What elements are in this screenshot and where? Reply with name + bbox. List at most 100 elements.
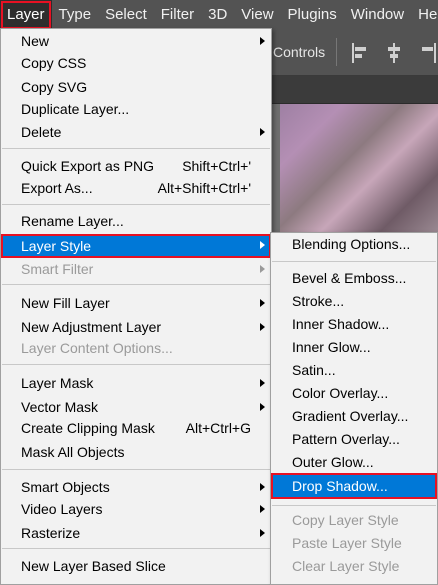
menu-item-video-layers[interactable]: Video Layers: [1, 498, 271, 521]
menu-divider: [2, 364, 270, 365]
document-canvas[interactable]: [268, 104, 438, 234]
submenu-item-satin[interactable]: Satin...: [271, 359, 437, 382]
submenu-item-gradient-overlay[interactable]: Gradient Overlay...: [271, 405, 437, 428]
menu-item-layer-mask[interactable]: Layer Mask: [1, 372, 271, 395]
menu-item-label: Export As...: [21, 180, 93, 196]
document-tab-strip: [268, 76, 438, 104]
menu-item-shortcut: Alt+Shift+Ctrl+': [157, 180, 251, 196]
menu-item-label: Smart Objects: [21, 479, 110, 495]
menu-item-mask-all-objects[interactable]: Mask All Objects: [1, 441, 271, 464]
menu-item-label: Outer Glow...: [292, 454, 374, 470]
submenu-item-pattern-overlay[interactable]: Pattern Overlay...: [271, 428, 437, 451]
options-separator: [336, 38, 337, 66]
submenu-arrow-icon: [260, 505, 265, 513]
submenu-arrow-icon: [260, 299, 265, 307]
menu-item-label: New Adjustment Layer: [21, 319, 162, 335]
menu-layer[interactable]: Layer: [0, 0, 52, 30]
menu-item-label: New Fill Layer: [21, 295, 110, 311]
menu-item-label: Layer Content Options...: [21, 340, 173, 356]
menu-item-copy-css[interactable]: Copy CSS: [1, 52, 271, 75]
menu-item-label: Duplicate Layer...: [21, 101, 130, 117]
menu-item-quick-export[interactable]: Quick Export as PNG Shift+Ctrl+': [1, 155, 271, 178]
menu-item-label: Gradient Overlay...: [292, 408, 409, 424]
menu-item-new-adjustment-layer[interactable]: New Adjustment Layer: [1, 316, 271, 339]
submenu-item-color-overlay[interactable]: Color Overlay...: [271, 382, 437, 405]
submenu-arrow-icon: [260, 265, 265, 273]
menu-item-label: Layer Style: [21, 238, 92, 254]
options-bar: Controls: [268, 30, 438, 76]
menu-3d[interactable]: 3D: [201, 0, 234, 30]
align-center-icon[interactable]: [386, 43, 402, 63]
menu-help[interactable]: Help: [411, 0, 438, 30]
menu-item-label: Satin...: [292, 362, 336, 378]
menu-item-copy-svg[interactable]: Copy SVG: [1, 76, 271, 99]
menu-item-label: Layer Mask: [21, 375, 94, 391]
menu-item-create-clipping-mask[interactable]: Create Clipping Mask Alt+Ctrl+G: [1, 417, 271, 440]
menu-item-layer-content-options[interactable]: Layer Content Options...: [1, 337, 271, 360]
menu-item-smart-objects[interactable]: Smart Objects: [1, 476, 271, 499]
submenu-arrow-icon: [260, 379, 265, 387]
menu-bar: Layer Type Select Filter 3D View Plugins…: [0, 0, 438, 30]
menu-item-rasterize[interactable]: Rasterize: [1, 522, 271, 545]
menu-item-label: Inner Shadow...: [292, 316, 390, 332]
menu-item-label: Inner Glow...: [292, 339, 371, 355]
submenu-item-clear-layer-style[interactable]: Clear Layer Style: [271, 555, 437, 578]
menu-item-label: Copy CSS: [21, 55, 87, 71]
menu-item-label: Video Layers: [21, 501, 103, 517]
menu-divider: [2, 204, 270, 205]
menu-item-label: Smart Filter: [21, 261, 94, 277]
menu-item-label: Clear Layer Style: [292, 558, 400, 574]
layer-style-submenu: Blending Options... Bevel & Emboss... St…: [270, 232, 438, 585]
menu-item-label: Pattern Overlay...: [292, 431, 400, 447]
menu-item-label: Stroke...: [292, 293, 345, 309]
menu-item-label: Paste Layer Style: [292, 535, 402, 551]
menu-type[interactable]: Type: [52, 0, 99, 30]
menu-item-delete[interactable]: Delete: [1, 121, 271, 144]
menu-view[interactable]: View: [234, 0, 280, 30]
submenu-arrow-icon: [260, 403, 265, 411]
menu-item-new-fill-layer[interactable]: New Fill Layer: [1, 292, 271, 315]
menu-window[interactable]: Window: [344, 0, 411, 30]
submenu-item-outer-glow[interactable]: Outer Glow...: [271, 451, 437, 474]
menu-select[interactable]: Select: [98, 0, 154, 30]
menu-item-label: Rasterize: [21, 525, 81, 541]
menu-item-label: Copy SVG: [21, 79, 88, 95]
submenu-item-drop-shadow[interactable]: Drop Shadow...: [271, 473, 437, 499]
submenu-item-paste-layer-style[interactable]: Paste Layer Style: [271, 532, 437, 555]
menu-item-label: Quick Export as PNG: [21, 158, 155, 174]
menu-item-label: Create Clipping Mask: [21, 420, 155, 436]
menu-divider: [2, 469, 270, 470]
submenu-item-blending-options[interactable]: Blending Options...: [271, 233, 437, 256]
submenu-arrow-icon: [260, 323, 265, 331]
layer-menu: New Copy CSS Copy SVG Duplicate Layer...…: [0, 28, 272, 585]
menu-item-label: Delete: [21, 124, 62, 140]
menu-item-new-layer-based-slice[interactable]: New Layer Based Slice: [1, 555, 271, 578]
menu-item-layer-style[interactable]: Layer Style: [1, 234, 271, 258]
submenu-item-inner-glow[interactable]: Inner Glow...: [271, 336, 437, 359]
menu-item-label: Mask All Objects: [21, 444, 125, 460]
menu-filter[interactable]: Filter: [154, 0, 201, 30]
submenu-item-inner-shadow[interactable]: Inner Shadow...: [271, 313, 437, 336]
submenu-item-bevel-emboss[interactable]: Bevel & Emboss...: [271, 267, 437, 290]
menu-item-shortcut: Alt+Ctrl+G: [185, 420, 251, 436]
menu-item-vector-mask[interactable]: Vector Mask: [1, 396, 271, 419]
align-right-icon[interactable]: [420, 43, 436, 63]
menu-item-smart-filter[interactable]: Smart Filter: [1, 258, 271, 281]
menu-item-label: Color Overlay...: [292, 385, 389, 401]
menu-item-shortcut: Shift+Ctrl+': [182, 158, 251, 174]
submenu-arrow-icon: [260, 128, 265, 136]
menu-item-new[interactable]: New: [1, 30, 271, 53]
menu-plugins[interactable]: Plugins: [281, 0, 344, 30]
menu-item-label: New: [21, 33, 50, 49]
submenu-item-copy-layer-style[interactable]: Copy Layer Style: [271, 509, 437, 532]
submenu-item-stroke[interactable]: Stroke...: [271, 290, 437, 313]
menu-item-export-as[interactable]: Export As... Alt+Shift+Ctrl+': [1, 177, 271, 200]
align-left-icon[interactable]: [352, 43, 368, 63]
submenu-arrow-icon: [260, 241, 265, 249]
menu-item-label: Copy Layer Style: [292, 512, 399, 528]
menu-divider: [272, 505, 436, 506]
menu-divider: [272, 261, 436, 262]
menu-item-label: Rename Layer...: [21, 213, 124, 229]
menu-item-duplicate-layer[interactable]: Duplicate Layer...: [1, 98, 271, 121]
menu-item-rename-layer[interactable]: Rename Layer...: [1, 210, 271, 233]
